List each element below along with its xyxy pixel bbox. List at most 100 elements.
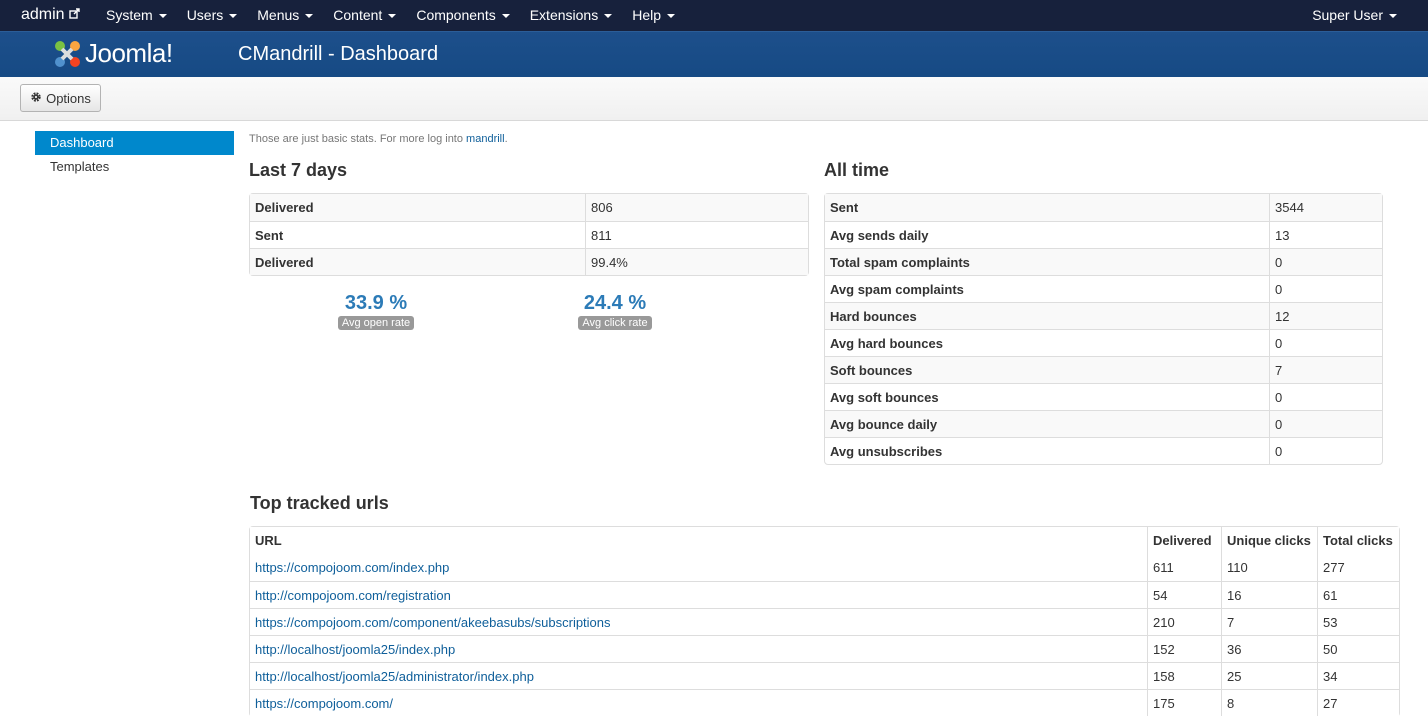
row-value: 0 — [1269, 275, 1382, 302]
row-value: 0 — [1269, 410, 1382, 437]
menu-users[interactable]: Users — [187, 0, 238, 31]
menu-system[interactable]: System — [106, 0, 167, 31]
caret-down-icon — [667, 14, 675, 19]
row-value: 12 — [1269, 302, 1382, 329]
admin-brand-link[interactable]: admin — [21, 6, 80, 24]
row-value: 0 — [1269, 329, 1382, 356]
url-link[interactable]: https://compojoom.com/ — [255, 696, 393, 711]
table-row: http://localhost/joomla25/index.php 152 36… — [250, 635, 1399, 662]
row-value: 3544 — [1269, 194, 1382, 221]
row-label: Avg sends daily — [825, 221, 1269, 248]
menu-label: Help — [632, 7, 661, 23]
table-row: Avg soft bounces 0 — [825, 383, 1382, 410]
url-link[interactable]: https://compojoom.com/component/akeebasu… — [255, 615, 611, 630]
open-rate-badge: Avg open rate — [337, 316, 415, 330]
total-clicks-cell: 27 — [1317, 689, 1399, 716]
mandrill-link[interactable]: mandrill — [466, 133, 505, 145]
table-row: https://compojoom.com/175 8 27 — [250, 689, 1399, 716]
intro-label: Those are just basic stats. For more log… — [249, 133, 467, 145]
table-row: https://compojoom.com/component/akeebasu… — [250, 608, 1399, 635]
total-clicks-cell: 34 — [1317, 662, 1399, 689]
menu-help[interactable]: Help — [632, 0, 675, 31]
alltime-heading: All time — [824, 160, 890, 180]
table-row: Avg bounce daily 0 — [825, 410, 1382, 437]
row-label: Sent — [250, 221, 585, 248]
menu-extensions[interactable]: Extensions — [529, 0, 613, 31]
delivered-cell: 611 — [1147, 554, 1221, 581]
row-value: 99.4% — [585, 248, 808, 275]
unique-clicks-cell: 16 — [1221, 581, 1317, 608]
header-bar: Joomla! CMandrill - Dashboard — [0, 31, 1428, 77]
sidebar-item-templates[interactable]: Templates — [35, 155, 234, 179]
column-header: Unique clicks — [1221, 527, 1317, 554]
url-link[interactable]: http://compojoom.com/registration — [255, 588, 451, 603]
table-row: Total spam complaints 0 — [825, 248, 1382, 275]
table-row: Delivered 99.4% — [250, 248, 808, 275]
row-value: 7 — [1269, 356, 1382, 383]
url-link[interactable]: http://localhost/joomla25/index.php — [255, 642, 455, 657]
click-rate-badge: Avg click rate — [578, 316, 652, 330]
click-rate-stat: 24.4 % Avg click rate — [555, 292, 675, 330]
table-row: Avg spam complaints 0 — [825, 275, 1382, 302]
row-label: Delivered — [250, 248, 585, 275]
row-value: 806 — [585, 194, 808, 221]
menu-label: Content — [333, 7, 383, 23]
row-label: Delivered — [250, 194, 585, 221]
row-value: 0 — [1269, 437, 1382, 464]
menu-content[interactable]: Content — [333, 0, 397, 31]
menu-label: Users — [186, 7, 224, 23]
total-clicks-cell: 53 — [1317, 608, 1399, 635]
unique-clicks-cell: 8 — [1221, 689, 1317, 716]
user-label: Super User — [1312, 7, 1383, 23]
table-row: https://compojoom.com/index.php 611 110 277 — [250, 554, 1399, 581]
intro-text: Those are just basic stats. For more log… — [249, 133, 508, 145]
logo-text: Joomla! — [85, 38, 173, 68]
row-label: Avg spam complaints — [825, 275, 1269, 302]
row-value: 0 — [1269, 248, 1382, 275]
table-row: Delivered 806 — [250, 194, 808, 221]
caret-down-icon — [604, 14, 613, 19]
page-title: CMandrill - Dashboard — [238, 43, 439, 65]
unique-clicks-cell: 110 — [1221, 554, 1317, 581]
unique-clicks-cell: 36 — [1221, 635, 1317, 662]
sidebar-item-label: Dashboard — [50, 135, 114, 150]
menu-label: Extensions — [529, 7, 599, 23]
delivered-cell: 175 — [1147, 689, 1221, 716]
caret-down-icon — [388, 14, 397, 19]
gear-icon — [30, 91, 42, 106]
brand-label: admin — [21, 6, 65, 23]
last7-heading: Last 7 days — [249, 160, 348, 180]
column-header: Total clicks — [1317, 527, 1399, 554]
delivered-cell: 158 — [1147, 662, 1221, 689]
sidebar: Dashboard Templates — [35, 131, 234, 179]
joomla-logo[interactable]: Joomla! — [52, 38, 173, 69]
menu-label: System — [106, 7, 153, 23]
table-row: http://compojoom.com/registration 54 16 61 — [250, 581, 1399, 608]
alltime-table: Sent 3544 Avg sends daily 13 Total spam co… — [824, 193, 1383, 465]
delivered-cell: 54 — [1147, 581, 1221, 608]
delivered-cell: 210 — [1147, 608, 1221, 635]
row-label: Avg unsubscribes — [825, 437, 1269, 464]
sidebar-item-dashboard[interactable]: Dashboard — [35, 131, 234, 155]
toolbar: Options — [0, 77, 1428, 121]
user-menu[interactable]: Super User — [1312, 0, 1397, 31]
options-button[interactable]: Options — [20, 84, 101, 112]
caret-down-icon — [305, 14, 314, 19]
url-link[interactable]: https://compojoom.com/index.php — [255, 560, 449, 575]
url-link[interactable]: http://localhost/joomla25/administrator/… — [255, 669, 534, 684]
intro-suffix: . — [504, 133, 508, 145]
sidebar-item-label: Templates — [50, 159, 110, 174]
external-link-icon — [68, 6, 80, 24]
urls-heading: Top tracked urls — [250, 493, 389, 513]
row-label: Total spam complaints — [825, 248, 1269, 275]
top-navbar: admin System Users Menus Content Compone… — [0, 0, 1428, 31]
row-label: Avg bounce daily — [825, 410, 1269, 437]
menu-menus[interactable]: Menus — [257, 0, 314, 31]
unique-clicks-cell: 7 — [1221, 608, 1317, 635]
delivered-cell: 152 — [1147, 635, 1221, 662]
row-label: Avg hard bounces — [825, 329, 1269, 356]
menu-label: Menus — [257, 7, 300, 23]
row-label: Avg soft bounces — [825, 383, 1269, 410]
menu-components[interactable]: Components — [416, 0, 510, 31]
column-header: URL — [250, 527, 1147, 554]
